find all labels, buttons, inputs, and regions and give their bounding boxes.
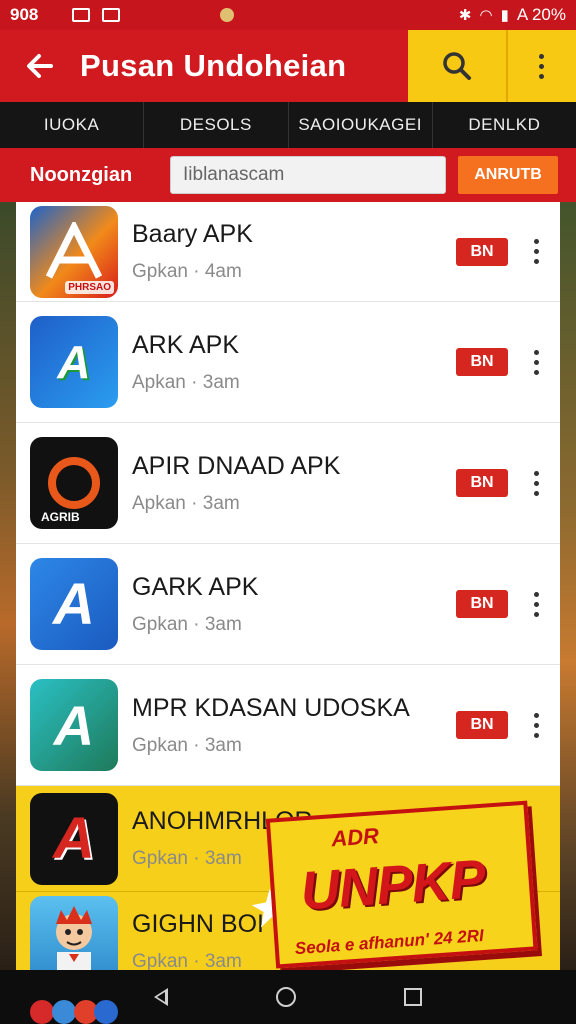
nav-back-icon[interactable] — [154, 988, 168, 1006]
app-texts: MPR KDASAN UDOSKA Gpkan · 3am — [132, 694, 456, 757]
app-meta: Apkan · 3am — [132, 371, 240, 393]
notification-icon — [220, 8, 234, 22]
more-vert-icon — [533, 239, 539, 264]
search-input[interactable] — [170, 156, 446, 194]
app-badge-button[interactable]: BN — [456, 237, 508, 266]
status-bar: 908 ✱ ◠ ▮ A 20% — [0, 0, 576, 30]
app-icon-cartoon — [30, 895, 118, 970]
background-edge-right — [558, 200, 576, 970]
promo-card: ADR UNPKP Seola e afhanun' 24 2RI — [265, 800, 538, 969]
list-item[interactable]: A ARK APK Apkan · 3am BN — [16, 302, 560, 423]
more-vert-icon — [538, 53, 544, 79]
app-icon-letter-a: A — [30, 679, 118, 771]
search-button[interactable] — [408, 30, 508, 102]
app-icon-ring: AGRIB — [30, 437, 118, 529]
app-icon-letter-a: A — [30, 316, 118, 408]
tab-bar: IUOKA DESOLS SAOIOUKAGEI DENLKD — [0, 102, 576, 148]
app-name: GARK APK — [132, 572, 259, 601]
item-more-button[interactable] — [526, 470, 546, 496]
app-texts: ARK APK Apkan · 3am — [132, 331, 456, 394]
app-badge-button[interactable]: BN — [456, 711, 508, 739]
search-label: Noonzgian — [30, 163, 133, 186]
status-time: 908 — [10, 5, 39, 24]
nav-recents-icon[interactable] — [404, 988, 422, 1006]
mail-icon — [72, 8, 90, 22]
app-icon-letter-a: A — [30, 558, 118, 650]
ring-icon — [48, 457, 100, 509]
app-icon-stylized-a: PHRSAO — [30, 205, 118, 298]
app-meta: Gpkan · 3am — [132, 613, 242, 635]
decorative-fruit-icon — [30, 1000, 120, 1024]
more-vert-icon — [533, 591, 539, 617]
item-more-button[interactable] — [526, 239, 546, 264]
search-row: Noonzgian ANRUTB — [0, 148, 576, 202]
overflow-menu-button[interactable] — [508, 30, 574, 102]
list-item[interactable]: A MPR KDASAN UDOSKA Gpkan · 3am BN — [16, 665, 560, 786]
tab-1[interactable]: IUOKA — [0, 102, 145, 148]
app-badge-button[interactable]: BN — [456, 348, 508, 376]
app-name: Baary APK — [132, 220, 253, 248]
signal-icon: ▮ — [500, 7, 509, 24]
app-meta: Apkan · 3am — [132, 492, 240, 514]
promo-sub-text: Seola e afhanun' 24 2RI — [294, 925, 485, 959]
app-badge-button[interactable]: BN — [456, 469, 508, 497]
promo-top-text: ADR — [330, 823, 380, 852]
app-texts: Baary APK Gpkan · 4am — [132, 220, 456, 283]
battery-text: A 20% — [516, 5, 566, 24]
app-bar: Pusan Undoheian — [0, 30, 576, 102]
app-name: ARK APK — [132, 330, 239, 359]
tab-3[interactable]: SAOIOUKAGEI — [289, 102, 433, 148]
more-vert-icon — [533, 712, 539, 738]
app-meta: Gpkan · 4am — [132, 261, 242, 282]
more-vert-icon — [533, 470, 539, 496]
list-item[interactable]: A GARK APK Gpkan · 3am BN — [16, 544, 560, 665]
tab-2[interactable]: DESOLS — [144, 102, 289, 148]
list-item[interactable]: AGRIB APIR DNAAD APK Apkan · 3am BN — [16, 423, 560, 544]
app-icon-letter-a: A — [30, 792, 118, 885]
more-vert-icon — [533, 349, 539, 375]
app-name: MPR KDASAN UDOSKA — [132, 693, 410, 722]
app-bar-actions — [408, 30, 576, 102]
app-badge-button[interactable]: BN — [456, 590, 508, 618]
app-bar-title-area: Pusan Undoheian — [0, 30, 408, 102]
app-meta: Gpkan · 3am — [132, 734, 242, 756]
page-title: Pusan Undoheian — [80, 48, 347, 83]
app-texts: GARK APK Gpkan · 3am — [132, 573, 456, 636]
gallery-icon — [102, 8, 120, 22]
promo-main-text: UNPKP — [298, 848, 487, 922]
nav-home-icon[interactable] — [276, 987, 296, 1007]
back-arrow-icon[interactable] — [0, 30, 80, 102]
search-icon — [443, 52, 471, 80]
item-more-button[interactable] — [526, 712, 546, 738]
search-submit-button[interactable]: ANRUTB — [458, 156, 558, 194]
tab-4[interactable]: DENLKD — [433, 102, 576, 148]
wifi-icon: ◠ — [479, 7, 493, 24]
promo-banner[interactable]: ADR UNPKP Seola e afhanun' 24 2RI — [244, 770, 547, 980]
app-name: APIR DNAAD APK — [132, 451, 341, 480]
item-more-button[interactable] — [526, 591, 546, 617]
item-more-button[interactable] — [526, 349, 546, 375]
list-item[interactable]: PHRSAO Baary APK Gpkan · 4am BN — [16, 202, 560, 302]
bluetooth-icon: ✱ — [458, 7, 472, 24]
app-texts: APIR DNAAD APK Apkan · 3am — [132, 452, 456, 515]
